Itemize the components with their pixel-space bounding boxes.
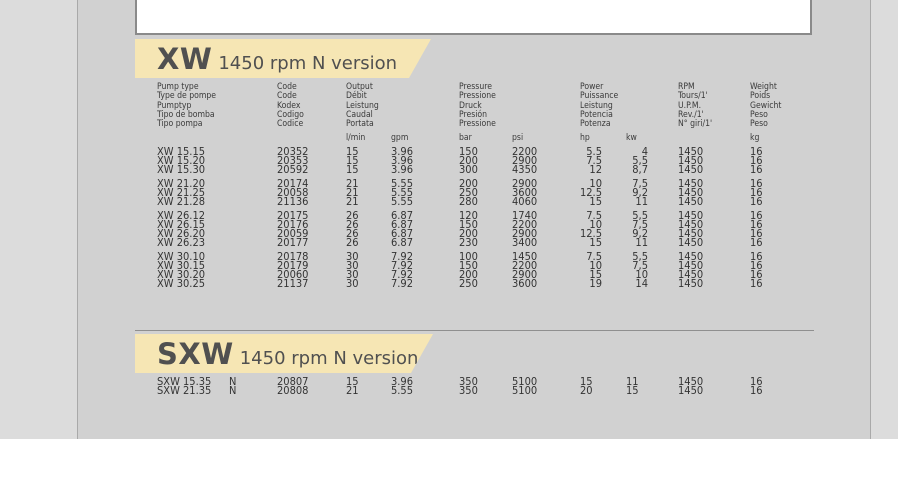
- cell-weight: 16: [750, 383, 763, 397]
- header-pressure: Pressure Pressione Druck Presión Pressio…: [459, 82, 496, 130]
- table-row: XW 26.20 20059 26 6.87 200 2900 12.5 9,2 1450 16: [0, 228, 898, 239]
- cell-kw: 14: [635, 277, 648, 291]
- cell-lmin: 21: [346, 194, 359, 208]
- xw-banner-title: XW 1450 rpm N version: [157, 42, 397, 76]
- cell-rpm: 1450: [678, 277, 704, 291]
- unit-lmin: l/min: [346, 133, 366, 143]
- table-row: XW 21.20 20174 21 5.55 200 2900 10 7,5 1450 16: [0, 178, 898, 189]
- cell-rpm: 1450: [678, 162, 704, 176]
- cell-pump-type: XW 15.30: [157, 162, 206, 176]
- unit-bar: bar: [459, 133, 472, 143]
- unit-psi: psi: [512, 133, 524, 143]
- cell-weight: 16: [750, 236, 763, 250]
- cell-psi: 3400: [512, 236, 538, 250]
- sxw-banner: SXW 1450 rpm N version: [135, 334, 433, 373]
- cell-bar: 300: [459, 162, 478, 176]
- cell-lmin: 21: [346, 383, 359, 397]
- cell-lmin: 26: [346, 236, 359, 250]
- unit-gpm: gpm: [391, 133, 409, 143]
- unit-hp: hp: [580, 133, 590, 143]
- unit-kw: kw: [626, 133, 637, 143]
- header-pump-type: Pump type Type de pompe Pumptyp Tipo de …: [157, 82, 217, 130]
- table-row: XW 15.20 20353 15 3.96 200 2900 7.5 5,5 1450 16: [0, 155, 898, 166]
- cell-code: 20808: [277, 383, 309, 397]
- cell-psi: 4060: [512, 194, 538, 208]
- cell-code: 20177: [277, 236, 309, 250]
- table-row: XW 26.12 20175 26 6.87 120 1740 7.5 5,5 1450 16: [0, 211, 898, 222]
- xw-banner: XW 1450 rpm N version: [135, 39, 431, 78]
- cell-rpm: 1450: [678, 194, 704, 208]
- table-row: XW 30.20 20060 30 7.92 200 2900 15 10 1450 16: [0, 269, 898, 280]
- table-row: XW 26.15 20176 26 6.87 150 2200 10 7,5 1450 16: [0, 219, 898, 230]
- cell-psi: 5100: [512, 383, 538, 397]
- header-output: Output Débit Leistung Caudal Portata: [346, 82, 379, 130]
- cell-bar: 350: [459, 383, 478, 397]
- row-group: XW 30.10 20178 30 7.92 100 1450 7.5 5,5 1450 16 XW…: [0, 252, 898, 291]
- xw-model-label: XW: [157, 42, 213, 76]
- cell-gpm: 7.92: [391, 277, 414, 291]
- cell-pump-type: SXW 21.35: [157, 383, 212, 397]
- cell-hp: 15: [589, 236, 602, 250]
- cell-bar: 250: [459, 277, 478, 291]
- cell-version: N: [229, 383, 237, 397]
- header-weight: Weight Poids Gewicht Peso Peso: [750, 82, 782, 130]
- cell-weight: 16: [750, 162, 763, 176]
- cell-psi: 4350: [512, 162, 538, 176]
- table-row: XW 26.23 20177 26 6.87 230 3400 15 11 1450 16: [0, 236, 898, 250]
- sxw-model-label: SXW: [157, 337, 234, 371]
- cell-rpm: 1450: [678, 383, 704, 397]
- row-group: XW 21.20 20174 21 5.55 200 2900 10 7,5 1450 16 XW …: [0, 178, 898, 208]
- table-row: XW 15.15 20352 15 3.96 150 2200 5.5 4 1450 16: [0, 146, 898, 157]
- cell-kw: 8,7: [632, 162, 648, 176]
- cell-hp: 12: [589, 162, 602, 176]
- table-row: XW 30.25 21137 30 7.92 250 3600 19 14 1450 16: [0, 277, 898, 291]
- table-row: XW 15.30 20592 15 3.96 300 4350 12 8,7 1450 16: [0, 162, 898, 176]
- header-rpm: RPM Tours/1' U.P.M. Rev./1' N° giri/1': [678, 82, 713, 130]
- cell-hp: 20: [580, 383, 593, 397]
- sxw-table: SXW 15.35 N 20807 15 3.96 350 5100 15 11 1450 16 SX…: [0, 376, 898, 397]
- cell-hp: 15: [589, 194, 602, 208]
- sxw-banner-title: SXW 1450 rpm N version: [157, 337, 418, 371]
- unit-kg: kg: [750, 133, 760, 143]
- cell-weight: 16: [750, 194, 763, 208]
- cell-hp: 19: [589, 277, 602, 291]
- cell-code: 21137: [277, 277, 309, 291]
- cell-lmin: 30: [346, 277, 359, 291]
- header-code: Code Code Kodex Codigo Codice: [277, 82, 304, 130]
- xw-subtitle: 1450 rpm N version: [218, 53, 398, 74]
- top-image-frame: [135, 0, 812, 35]
- sxw-subtitle: 1450 rpm N version: [239, 348, 419, 369]
- table-row: SXW 21.35 N 20808 21 5.55 350 5100 20 15 1450 16: [0, 383, 898, 397]
- cell-gpm: 3.96: [391, 162, 414, 176]
- table-row: XW 21.25 20058 21 5.55 250 3600 12.5 9,2 1450 16: [0, 187, 898, 198]
- cell-rpm: 1450: [678, 236, 704, 250]
- cell-gpm: 5.55: [391, 383, 414, 397]
- header-power: Power Puissance Leistung Potencia Potenz…: [580, 82, 619, 130]
- cell-kw: 11: [635, 194, 648, 208]
- table-row: XW 30.10 20178 30 7.92 100 1450 7.5 5,5 1450 16: [0, 252, 898, 263]
- cell-pump-type: XW 26.23: [157, 236, 206, 250]
- table-row: XW 30.15 20179 30 7.92 150 2200 10 7,5 1450 16: [0, 261, 898, 272]
- row-group: XW 15.15 20352 15 3.96 150 2200 5.5 4 1450 16 XW 1…: [0, 146, 898, 176]
- cell-gpm: 5.55: [391, 194, 414, 208]
- cell-lmin: 15: [346, 162, 359, 176]
- section-divider: [135, 330, 814, 331]
- cell-code: 21136: [277, 194, 309, 208]
- table-row: XW 21.28 21136 21 5.55 280 4060 15 11 1450 16: [0, 194, 898, 208]
- cell-pump-type: XW 30.25: [157, 277, 206, 291]
- cell-weight: 16: [750, 277, 763, 291]
- cell-kw: 11: [635, 236, 648, 250]
- cell-pump-type: XW 21.28: [157, 194, 206, 208]
- cell-bar: 280: [459, 194, 478, 208]
- cell-gpm: 6.87: [391, 236, 414, 250]
- cell-kw: 15: [626, 383, 639, 397]
- cell-bar: 230: [459, 236, 478, 250]
- cell-code: 20592: [277, 162, 309, 176]
- xw-table: XW 15.15 20352 15 3.96 150 2200 5.5 4 1450 16 XW 1…: [0, 146, 898, 294]
- table-row: SXW 15.35 N 20807 15 3.96 350 5100 15 11 1450 16: [0, 376, 898, 387]
- row-group: XW 26.12 20175 26 6.87 120 1740 7.5 5,5 1450 16 XW…: [0, 211, 898, 250]
- cell-psi: 3600: [512, 277, 538, 291]
